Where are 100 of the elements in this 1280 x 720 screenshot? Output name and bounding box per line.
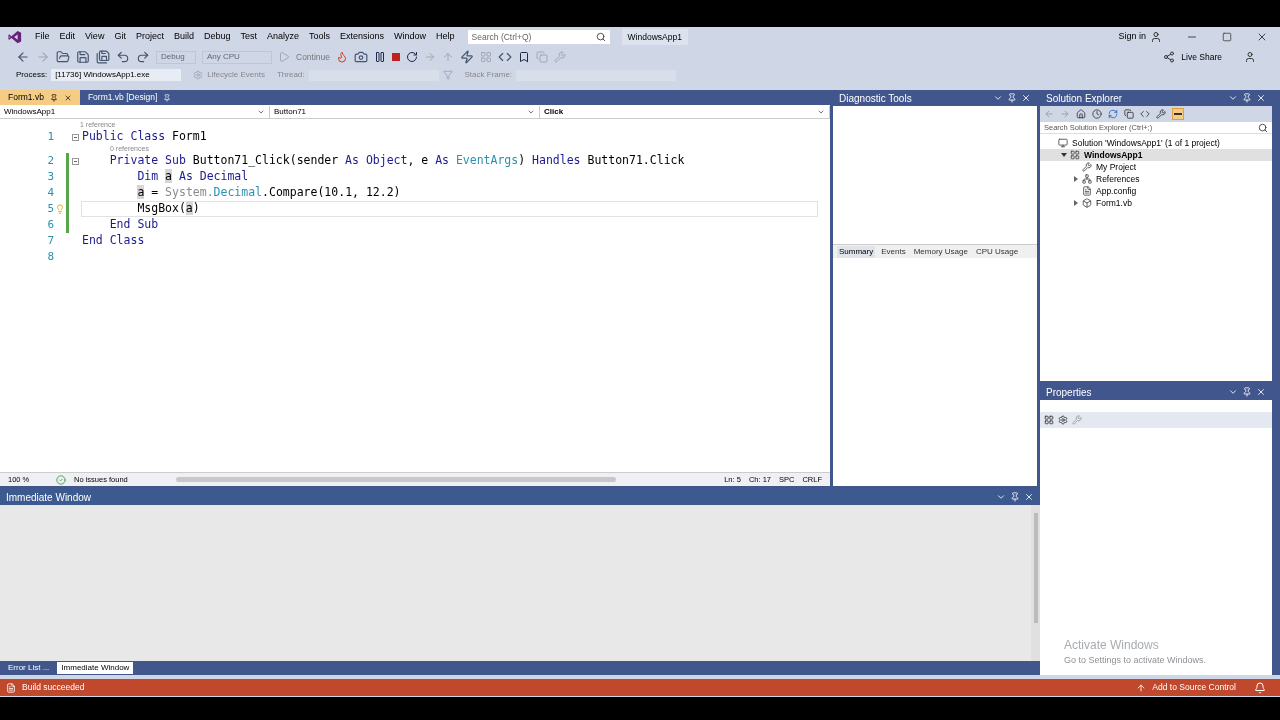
source-control-button[interactable]: Add to Source Control [1152,681,1236,694]
menu-item[interactable]: Help [431,30,460,44]
diagnostic-tab[interactable]: Summary [837,245,876,258]
expanded-arrow-icon[interactable] [1061,153,1067,157]
stack-frame-label: Stack Frame: [464,69,513,81]
diagnostic-tab[interactable]: Memory Usage [911,245,970,258]
pin-icon[interactable] [1010,492,1020,502]
close-icon[interactable] [1021,93,1031,103]
dropdown-icon[interactable] [1228,387,1238,397]
collapsed-arrow-icon[interactable] [1074,176,1078,182]
close-icon[interactable] [1256,387,1266,397]
tree-item[interactable]: My Project [1040,161,1272,173]
lightning-icon[interactable] [460,50,475,64]
user-icon[interactable] [1150,31,1162,43]
panel-title: Properties [1046,385,1093,400]
menu-item[interactable]: Test [235,30,262,44]
search-icon[interactable] [1258,122,1268,133]
flame-icon[interactable] [336,51,349,63]
tree-item[interactable]: Solution 'WindowsApp1' (1 of 1 project) [1040,137,1272,149]
share-icon[interactable] [1163,51,1176,63]
restart-icon[interactable] [406,51,419,63]
copy-icon[interactable] [1124,109,1134,119]
menu-item[interactable]: Project [130,30,169,44]
fold-icon[interactable] [71,157,79,165]
refresh-icon[interactable] [1108,109,1118,119]
tree-item[interactable]: App.config [1040,185,1272,197]
tree-item[interactable]: Form1.vb [1040,197,1272,209]
platform-dropdown[interactable]: Any CPU [202,50,272,64]
home-icon[interactable] [1076,109,1086,119]
undo-icon[interactable] [116,50,130,64]
line-number: 3 [46,168,54,185]
bookmark-icon[interactable] [518,51,531,63]
panel-title: Solution Explorer [1046,91,1124,106]
camera-icon[interactable] [354,50,369,64]
stop-icon[interactable] [392,53,401,61]
close-icon[interactable] [1256,93,1266,103]
navigation-dropdown[interactable]: WindowsApp1 [0,105,270,118]
alphabetical-icon[interactable] [1058,415,1068,425]
wrench-icon[interactable] [1156,109,1166,119]
notification-icon[interactable] [1254,681,1266,694]
document-tab[interactable]: Form1.vb [0,90,80,105]
redo-icon[interactable] [136,50,150,64]
sign-in-link[interactable]: Sign in [1118,30,1146,44]
categorized-icon[interactable] [1044,415,1054,425]
process-dropdown[interactable]: [11736] WindowsApp1.exe [51,69,182,81]
check-icon[interactable] [56,474,66,485]
code-icon[interactable] [1140,109,1150,119]
open-folder-icon[interactable] [56,50,70,64]
menu-item[interactable]: Git [109,30,131,44]
pin-icon[interactable] [163,93,172,102]
scrollbar[interactable] [175,477,616,482]
pin-icon[interactable] [1242,93,1252,103]
menu-item[interactable]: File [30,30,55,44]
code-line: a = System.Decimal.Compare(10.1, 12.2) [136,185,402,201]
menu-item[interactable]: Analyze [262,30,304,44]
process-label: Process: [16,69,48,81]
feedback-icon[interactable] [1244,51,1256,63]
menu-item[interactable]: Build [168,30,199,44]
bottom-tab[interactable]: Error List ... [4,662,54,674]
back-icon[interactable] [16,50,30,64]
menu-item[interactable]: Tools [304,30,336,44]
line-number: 2 [46,152,54,169]
navigation-dropdown[interactable]: Click [540,105,830,118]
output-icon[interactable] [6,682,16,693]
pin-icon[interactable] [49,93,58,102]
menu-item[interactable]: Edit [54,30,81,44]
menu-item[interactable]: Debug [198,30,236,44]
collapsed-arrow-icon[interactable] [1074,200,1078,206]
tree-label: Form1.vb [1096,196,1132,210]
line-number: 1 [46,128,54,145]
bottom-tab[interactable]: Immediate Window [57,662,134,674]
upload-icon[interactable] [1136,682,1147,693]
menu-item[interactable]: View [80,30,110,44]
close-icon[interactable] [1256,31,1268,43]
close-icon[interactable] [1024,492,1034,502]
code-icon[interactable] [498,50,513,64]
dropdown-icon[interactable] [1228,93,1238,103]
pin-icon[interactable] [1242,387,1252,397]
diagnostic-tab[interactable]: Events [879,245,908,258]
save-all-icon[interactable] [96,50,110,64]
clock-icon[interactable] [1092,109,1102,119]
menu-item[interactable]: Extensions [335,30,390,44]
dropdown-icon[interactable] [993,93,1003,103]
search-icon[interactable] [595,32,606,42]
tree-item[interactable]: References [1040,173,1272,185]
save-icon[interactable] [76,50,90,64]
pin-icon[interactable] [1007,93,1017,103]
pin-toggle-icon[interactable] [1172,108,1184,120]
navigation-dropdown[interactable]: Button71 [270,105,540,118]
configuration-dropdown[interactable]: Debug [156,50,196,64]
dropdown-icon[interactable] [996,492,1006,502]
diagnostic-tab[interactable]: CPU Usage [973,245,1021,258]
pause-icon[interactable] [374,51,387,63]
close-icon[interactable] [63,93,72,102]
tree-item[interactable]: WindowsApp1 [1040,149,1272,161]
fold-icon[interactable] [71,133,79,141]
menu-item[interactable]: Window [389,30,432,44]
maximize-icon[interactable] [1222,32,1232,42]
live-share-button[interactable]: Live Share [1181,50,1222,64]
vertical-scrollbar[interactable] [1031,505,1040,661]
